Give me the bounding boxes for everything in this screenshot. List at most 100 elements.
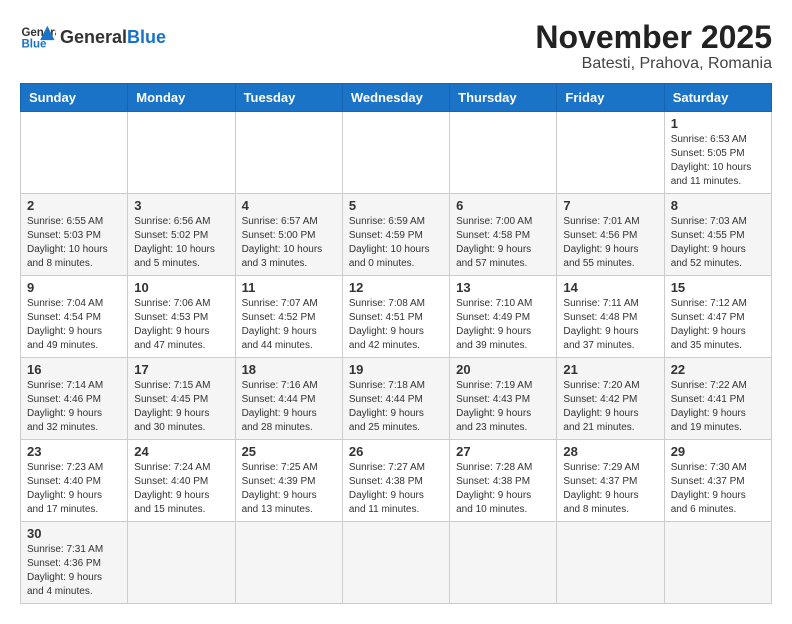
day-info: Sunrise: 6:57 AM Sunset: 5:00 PM Dayligh…: [242, 215, 336, 271]
header-saturday: Saturday: [664, 84, 771, 112]
day-cell: 22Sunrise: 7:22 AM Sunset: 4:41 PM Dayli…: [664, 358, 771, 440]
week-row-1: 2 Sunrise: 6:55 AM Sunset: 5:03 PM Daylig…: [21, 194, 772, 276]
day-cell: 23Sunrise: 7:23 AM Sunset: 4:40 PM Dayli…: [21, 440, 128, 522]
day-cell: 19Sunrise: 7:18 AM Sunset: 4:44 PM Dayli…: [342, 358, 449, 440]
day-cell: 9Sunrise: 7:04 AM Sunset: 4:54 PM Daylig…: [21, 276, 128, 358]
day-cell: [557, 112, 664, 194]
week-row-0: 1Sunrise: 6:53 AM Sunset: 5:05 PM Daylig…: [21, 112, 772, 194]
day-cell: 27 Sunrise: 7:28 AM Sunset: 4:38 PM Dayli…: [450, 440, 557, 522]
day-number: 27: [456, 444, 550, 459]
day-info: Sunrise: 7:28 AM Sunset: 4:38 PM Dayligh…: [456, 461, 550, 517]
day-cell: 12Sunrise: 7:08 AM Sunset: 4:51 PM Dayli…: [342, 276, 449, 358]
calendar: Sunday Monday Tuesday Wednesday Thursday…: [20, 83, 772, 604]
day-number: 7: [563, 198, 657, 213]
day-cell: 28 Sunrise: 7:29 AM Sunset: 4:37 PM Dayli…: [557, 440, 664, 522]
day-info: Sunrise: 7:01 AM Sunset: 4:56 PM Dayligh…: [563, 215, 657, 271]
day-number: 26: [349, 444, 443, 459]
logo-icon: General Blue: [20, 20, 56, 56]
day-cell: 1Sunrise: 6:53 AM Sunset: 5:05 PM Daylig…: [664, 112, 771, 194]
header: General Blue GeneralBlue November 2025 B…: [20, 20, 772, 73]
day-info: Sunrise: 7:12 AM Sunset: 4:47 PM Dayligh…: [671, 297, 765, 353]
day-cell: [342, 522, 449, 604]
day-number: 15: [671, 280, 765, 295]
day-info: Sunrise: 7:14 AM Sunset: 4:46 PM Dayligh…: [27, 379, 121, 435]
header-friday: Friday: [557, 84, 664, 112]
week-row-3: 16Sunrise: 7:14 AM Sunset: 4:46 PM Dayli…: [21, 358, 772, 440]
day-info: Sunrise: 7:20 AM Sunset: 4:42 PM Dayligh…: [563, 379, 657, 435]
day-cell: 15 Sunrise: 7:12 AM Sunset: 4:47 PM Dayli…: [664, 276, 771, 358]
day-info: Sunrise: 7:25 AM Sunset: 4:39 PM Dayligh…: [242, 461, 336, 517]
day-number: 29: [671, 444, 765, 459]
day-cell: 14 Sunrise: 7:11 AM Sunset: 4:48 PM Dayli…: [557, 276, 664, 358]
day-cell: 13Sunrise: 7:10 AM Sunset: 4:49 PM Dayli…: [450, 276, 557, 358]
day-number: 5: [349, 198, 443, 213]
day-cell: 3 Sunrise: 6:56 AM Sunset: 5:02 PM Daylig…: [128, 194, 235, 276]
day-number: 14: [563, 280, 657, 295]
day-number: 9: [27, 280, 121, 295]
day-number: 8: [671, 198, 765, 213]
day-cell: [21, 112, 128, 194]
day-number: 1: [671, 116, 765, 131]
day-number: 3: [134, 198, 228, 213]
day-info: Sunrise: 7:29 AM Sunset: 4:37 PM Dayligh…: [563, 461, 657, 517]
day-number: 2: [27, 198, 121, 213]
day-info: Sunrise: 7:31 AM Sunset: 4:36 PM Dayligh…: [27, 543, 121, 599]
day-info: Sunrise: 7:11 AM Sunset: 4:48 PM Dayligh…: [563, 297, 657, 353]
day-number: 17: [134, 362, 228, 377]
calendar-header-row: Sunday Monday Tuesday Wednesday Thursday…: [21, 84, 772, 112]
day-cell: [450, 522, 557, 604]
day-info: Sunrise: 7:16 AM Sunset: 4:44 PM Dayligh…: [242, 379, 336, 435]
day-number: 28: [563, 444, 657, 459]
day-number: 20: [456, 362, 550, 377]
day-cell: 5 Sunrise: 6:59 AM Sunset: 4:59 PM Daylig…: [342, 194, 449, 276]
day-cell: 4 Sunrise: 6:57 AM Sunset: 5:00 PM Daylig…: [235, 194, 342, 276]
day-number: 11: [242, 280, 336, 295]
day-info: Sunrise: 6:56 AM Sunset: 5:02 PM Dayligh…: [134, 215, 228, 271]
header-monday: Monday: [128, 84, 235, 112]
month-title: November 2025: [535, 20, 772, 55]
day-cell: 8 Sunrise: 7:03 AM Sunset: 4:55 PM Daylig…: [664, 194, 771, 276]
day-number: 10: [134, 280, 228, 295]
day-info: Sunrise: 6:55 AM Sunset: 5:03 PM Dayligh…: [27, 215, 121, 271]
week-row-5: 30 Sunrise: 7:31 AM Sunset: 4:36 PM Dayli…: [21, 522, 772, 604]
day-cell: 20Sunrise: 7:19 AM Sunset: 4:43 PM Dayli…: [450, 358, 557, 440]
day-cell: [342, 112, 449, 194]
day-info: Sunrise: 6:59 AM Sunset: 4:59 PM Dayligh…: [349, 215, 443, 271]
day-cell: [557, 522, 664, 604]
day-info: Sunrise: 7:23 AM Sunset: 4:40 PM Dayligh…: [27, 461, 121, 517]
location-title: Batesti, Prahova, Romania: [535, 55, 772, 73]
day-cell: 30 Sunrise: 7:31 AM Sunset: 4:36 PM Dayli…: [21, 522, 128, 604]
day-info: Sunrise: 7:00 AM Sunset: 4:58 PM Dayligh…: [456, 215, 550, 271]
day-cell: 29 Sunrise: 7:30 AM Sunset: 4:37 PM Dayli…: [664, 440, 771, 522]
day-number: 25: [242, 444, 336, 459]
day-info: Sunrise: 7:10 AM Sunset: 4:49 PM Dayligh…: [456, 297, 550, 353]
day-info: Sunrise: 7:30 AM Sunset: 4:37 PM Dayligh…: [671, 461, 765, 517]
day-number: 22: [671, 362, 765, 377]
logo-general-text: General: [60, 27, 127, 47]
header-tuesday: Tuesday: [235, 84, 342, 112]
title-area: November 2025 Batesti, Prahova, Romania: [535, 20, 772, 73]
day-cell: 11 Sunrise: 7:07 AM Sunset: 4:52 PM Dayli…: [235, 276, 342, 358]
day-info: Sunrise: 7:27 AM Sunset: 4:38 PM Dayligh…: [349, 461, 443, 517]
day-cell: [450, 112, 557, 194]
day-info: Sunrise: 7:06 AM Sunset: 4:53 PM Dayligh…: [134, 297, 228, 353]
day-cell: 17 Sunrise: 7:15 AM Sunset: 4:45 PM Dayli…: [128, 358, 235, 440]
day-number: 30: [27, 526, 121, 541]
day-number: 4: [242, 198, 336, 213]
day-info: Sunrise: 7:07 AM Sunset: 4:52 PM Dayligh…: [242, 297, 336, 353]
day-info: Sunrise: 7:03 AM Sunset: 4:55 PM Dayligh…: [671, 215, 765, 271]
day-number: 21: [563, 362, 657, 377]
day-cell: [235, 112, 342, 194]
day-cell: [128, 112, 235, 194]
day-cell: 24Sunrise: 7:24 AM Sunset: 4:40 PM Dayli…: [128, 440, 235, 522]
header-sunday: Sunday: [21, 84, 128, 112]
week-row-2: 9Sunrise: 7:04 AM Sunset: 4:54 PM Daylig…: [21, 276, 772, 358]
day-number: 19: [349, 362, 443, 377]
day-number: 12: [349, 280, 443, 295]
logo-blue-text: Blue: [127, 27, 166, 47]
day-info: Sunrise: 7:15 AM Sunset: 4:45 PM Dayligh…: [134, 379, 228, 435]
day-cell: 10 Sunrise: 7:06 AM Sunset: 4:53 PM Dayli…: [128, 276, 235, 358]
day-cell: [235, 522, 342, 604]
day-info: Sunrise: 7:24 AM Sunset: 4:40 PM Dayligh…: [134, 461, 228, 517]
day-cell: 26 Sunrise: 7:27 AM Sunset: 4:38 PM Dayli…: [342, 440, 449, 522]
